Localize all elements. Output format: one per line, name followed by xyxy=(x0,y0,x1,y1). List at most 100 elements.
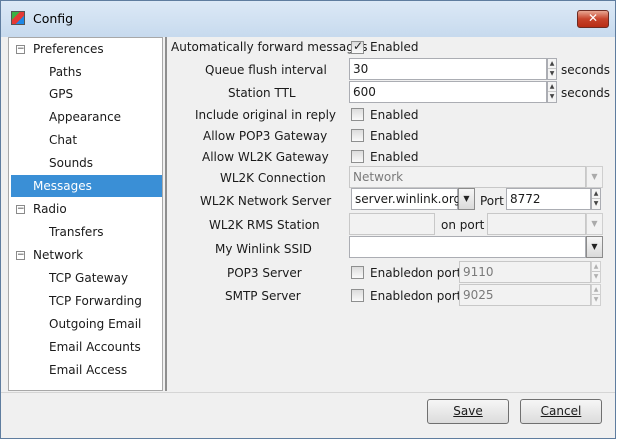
wl2k-rms-input[interactable] xyxy=(349,213,435,235)
spin-up-icon[interactable]: ▲ xyxy=(592,285,600,295)
include-original-label: Include original in reply xyxy=(195,108,337,122)
tree-item-network[interactable]: − Network xyxy=(11,245,160,265)
app-icon xyxy=(11,11,25,25)
station-ttl-unit: seconds xyxy=(561,86,611,100)
tree-item-gps[interactable]: GPS xyxy=(11,84,160,104)
pop3-server-checkbox[interactable] xyxy=(351,266,364,279)
smtp-server-enabled-label: Enabled xyxy=(370,289,419,303)
station-ttl-input[interactable]: 600 xyxy=(349,81,547,103)
allow-pop3-label: Allow POP3 Gateway xyxy=(203,129,328,143)
wl2k-port-label: Port xyxy=(480,194,504,208)
tree-item-tcp-forwarding[interactable]: TCP Forwarding xyxy=(11,291,160,311)
panel-divider xyxy=(165,37,167,391)
winlink-ssid-select[interactable] xyxy=(349,236,586,258)
config-window: Config ✕ − Preferences Paths GPS Appeara… xyxy=(0,0,616,439)
tree-item-label: TCP Gateway xyxy=(49,271,129,285)
smtp-port-input[interactable]: 9025 xyxy=(459,284,591,306)
spin-down-icon[interactable]: ▼ xyxy=(592,295,600,305)
collapse-icon[interactable]: − xyxy=(16,45,25,54)
tree-item-label: Email Access xyxy=(49,363,128,377)
tree-item-label: Appearance xyxy=(49,110,122,124)
spin-up-icon[interactable]: ▲ xyxy=(548,82,556,92)
smtp-port-spinner[interactable]: ▲ ▼ xyxy=(591,284,601,306)
tree-item-label: Radio xyxy=(33,202,67,216)
winlink-ssid-label: My Winlink SSID xyxy=(215,242,312,256)
collapse-icon[interactable]: − xyxy=(16,205,25,214)
tree-item-paths[interactable]: Paths xyxy=(11,62,160,82)
cancel-button[interactable]: Cancel xyxy=(520,399,602,424)
wl2k-server-label: WL2K Network Server xyxy=(200,194,332,208)
tree-item-label: Email Accounts xyxy=(49,340,141,354)
tree-item-label: GPS xyxy=(49,87,74,101)
tree-item-label: Outgoing Email xyxy=(49,317,142,331)
smtp-server-checkbox[interactable] xyxy=(351,289,364,302)
queue-flush-spinner[interactable]: ▲ ▼ xyxy=(547,58,557,80)
tree-item-messages[interactable]: Messages xyxy=(11,175,162,197)
tree-item-tcp-gateway[interactable]: TCP Gateway xyxy=(11,268,160,288)
include-original-checkbox[interactable] xyxy=(351,108,364,121)
wl2k-connection-label: WL2K Connection xyxy=(220,171,326,185)
pop3-server-enabled-label: Enabled xyxy=(370,266,419,280)
tree-item-email-access[interactable]: Email Access xyxy=(11,360,160,380)
smtp-on-port-label: on port xyxy=(418,289,462,303)
chevron-down-icon[interactable]: ▼ xyxy=(586,236,603,258)
chevron-down-icon[interactable]: ▼ xyxy=(458,188,475,210)
chevron-down-icon[interactable]: ▼ xyxy=(586,213,603,235)
allow-pop3-checkbox[interactable] xyxy=(351,129,364,142)
spin-up-icon[interactable]: ▲ xyxy=(592,189,600,199)
spin-down-icon[interactable]: ▼ xyxy=(548,92,556,102)
tree-item-transfers[interactable]: Transfers xyxy=(11,222,160,242)
collapse-icon[interactable]: − xyxy=(16,251,25,260)
wl2k-server-select[interactable]: server.winlink.org xyxy=(351,188,461,210)
tree-item-preferences[interactable]: − Preferences xyxy=(11,39,160,59)
pop3-port-spinner[interactable]: ▲ ▼ xyxy=(591,261,601,283)
wl2k-port-input[interactable]: 8772 xyxy=(506,188,591,210)
tree-item-label: Messages xyxy=(33,179,92,193)
wl2k-rms-on-port-label: on port xyxy=(441,218,485,232)
title-bar: Config ✕ xyxy=(1,1,615,37)
tree-item-label: Chat xyxy=(49,133,78,147)
close-button[interactable]: ✕ xyxy=(577,10,609,28)
wl2k-rms-label: WL2K RMS Station xyxy=(209,218,320,232)
save-button-label: Save xyxy=(453,404,483,418)
wl2k-rms-port-select[interactable] xyxy=(487,213,586,235)
pop3-port-input[interactable]: 9110 xyxy=(459,261,591,283)
tree-item-radio[interactable]: − Radio xyxy=(11,199,160,219)
include-original-enabled-label: Enabled xyxy=(370,108,419,122)
chevron-down-icon[interactable]: ▼ xyxy=(586,166,603,188)
tree-item-label: Paths xyxy=(49,65,82,79)
auto-forward-label: Automatically forward messages xyxy=(171,40,368,54)
pop3-server-label: POP3 Server xyxy=(227,266,302,280)
checkmark-icon: ✓ xyxy=(353,39,364,53)
wl2k-port-spinner[interactable]: ▲ ▼ xyxy=(591,188,601,210)
tree-item-label: Transfers xyxy=(49,225,104,239)
spin-down-icon[interactable]: ▼ xyxy=(548,69,556,79)
spin-up-icon[interactable]: ▲ xyxy=(548,59,556,69)
tree-item-appearance[interactable]: Appearance xyxy=(11,107,160,127)
station-ttl-label: Station TTL xyxy=(228,86,296,100)
tree-item-label: TCP Forwarding xyxy=(49,294,142,308)
tree-item-label: Preferences xyxy=(33,42,104,56)
window-title: Config xyxy=(33,11,74,26)
queue-flush-input[interactable]: 30 xyxy=(349,58,547,80)
tree-item-email-accounts[interactable]: Email Accounts xyxy=(11,337,160,357)
queue-flush-unit: seconds xyxy=(561,63,611,77)
tree-item-chat[interactable]: Chat xyxy=(11,130,160,150)
allow-wl2k-checkbox[interactable] xyxy=(351,150,364,163)
spin-up-icon[interactable]: ▲ xyxy=(592,262,600,272)
spin-down-icon[interactable]: ▼ xyxy=(592,199,600,209)
tree-item-sounds[interactable]: Sounds xyxy=(11,153,160,173)
allow-wl2k-enabled-label: Enabled xyxy=(370,150,419,164)
tree-item-label: Network xyxy=(33,248,84,262)
auto-forward-checkbox[interactable]: ✓ xyxy=(351,39,364,54)
spin-down-icon[interactable]: ▼ xyxy=(592,272,600,282)
station-ttl-spinner[interactable]: ▲ ▼ xyxy=(547,81,557,103)
preferences-tree: − Preferences Paths GPS Appearance Chat … xyxy=(8,37,163,391)
tree-item-outgoing-email[interactable]: Outgoing Email xyxy=(11,314,160,334)
pop3-on-port-label: on port xyxy=(418,266,462,280)
cancel-button-label: Cancel xyxy=(540,404,582,418)
save-button[interactable]: Save xyxy=(427,399,509,424)
queue-flush-label: Queue flush interval xyxy=(205,63,327,77)
allow-wl2k-label: Allow WL2K Gateway xyxy=(202,150,329,164)
wl2k-connection-select[interactable]: Network xyxy=(349,166,586,188)
